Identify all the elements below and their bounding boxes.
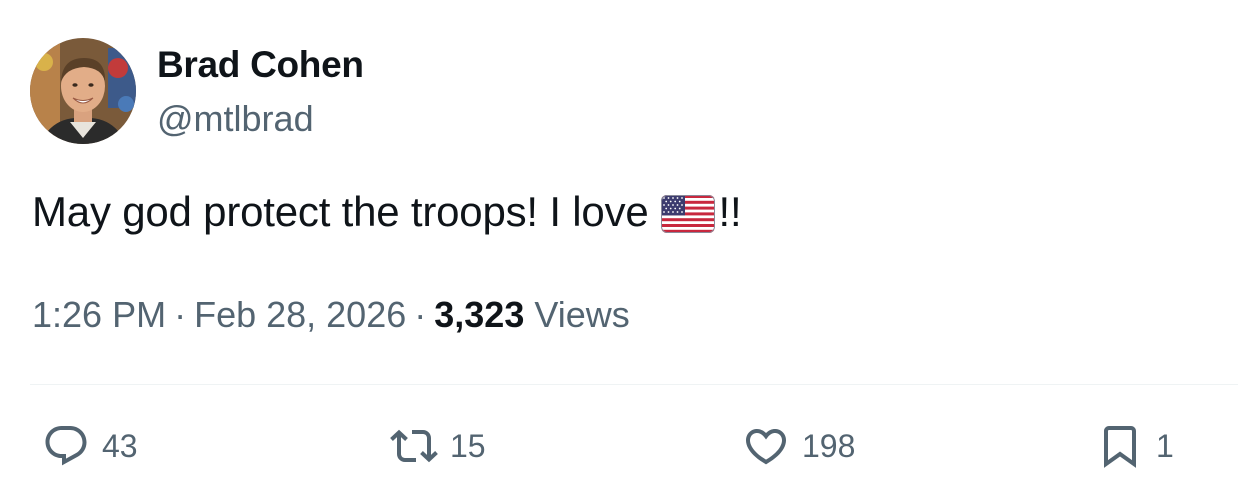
- meta-separator: ·: [414, 294, 427, 335]
- action-bar: 43 15 198 1: [0, 416, 1238, 476]
- tweet-card: Brad Cohen @mtlbrad May god protect the …: [0, 0, 1238, 502]
- meta-separator: ·: [174, 294, 187, 335]
- tweet-timestamp[interactable]: 1:26 PM · Feb 28, 2026: [32, 294, 406, 335]
- us-flag-emoji: [660, 195, 715, 233]
- repost-button[interactable]: 15: [390, 416, 486, 476]
- views-link[interactable]: 3,323 Views: [434, 294, 630, 335]
- tweet-text-trailing: !!: [718, 188, 742, 235]
- tweet-time: 1:26 PM: [32, 294, 167, 335]
- heart-icon: [742, 422, 790, 470]
- like-count: 198: [802, 427, 856, 464]
- bookmark-button[interactable]: 1: [1096, 416, 1174, 476]
- avatar-image: [30, 38, 136, 144]
- repost-count: 15: [450, 427, 486, 464]
- reply-button[interactable]: 43: [42, 416, 138, 476]
- bookmark-count: 1: [1156, 427, 1174, 464]
- repost-icon: [390, 422, 438, 470]
- tweet-meta: 1:26 PM · Feb 28, 2026 · 3,323 Views: [32, 294, 630, 336]
- views-count: 3,323: [434, 294, 525, 335]
- divider: [30, 384, 1238, 385]
- tweet-text: May god protect the troops! I love !!: [32, 188, 742, 236]
- bookmark-icon: [1096, 422, 1144, 470]
- tweet-text-main: May god protect the troops! I love: [32, 188, 649, 235]
- reply-count: 43: [102, 427, 138, 464]
- views-label: Views: [534, 294, 630, 335]
- like-button[interactable]: 198: [742, 416, 855, 476]
- display-name[interactable]: Brad Cohen: [157, 44, 364, 86]
- user-handle[interactable]: @mtlbrad: [157, 98, 314, 140]
- avatar[interactable]: [30, 38, 136, 144]
- reply-icon: [42, 422, 90, 470]
- tweet-date: Feb 28, 2026: [194, 294, 407, 335]
